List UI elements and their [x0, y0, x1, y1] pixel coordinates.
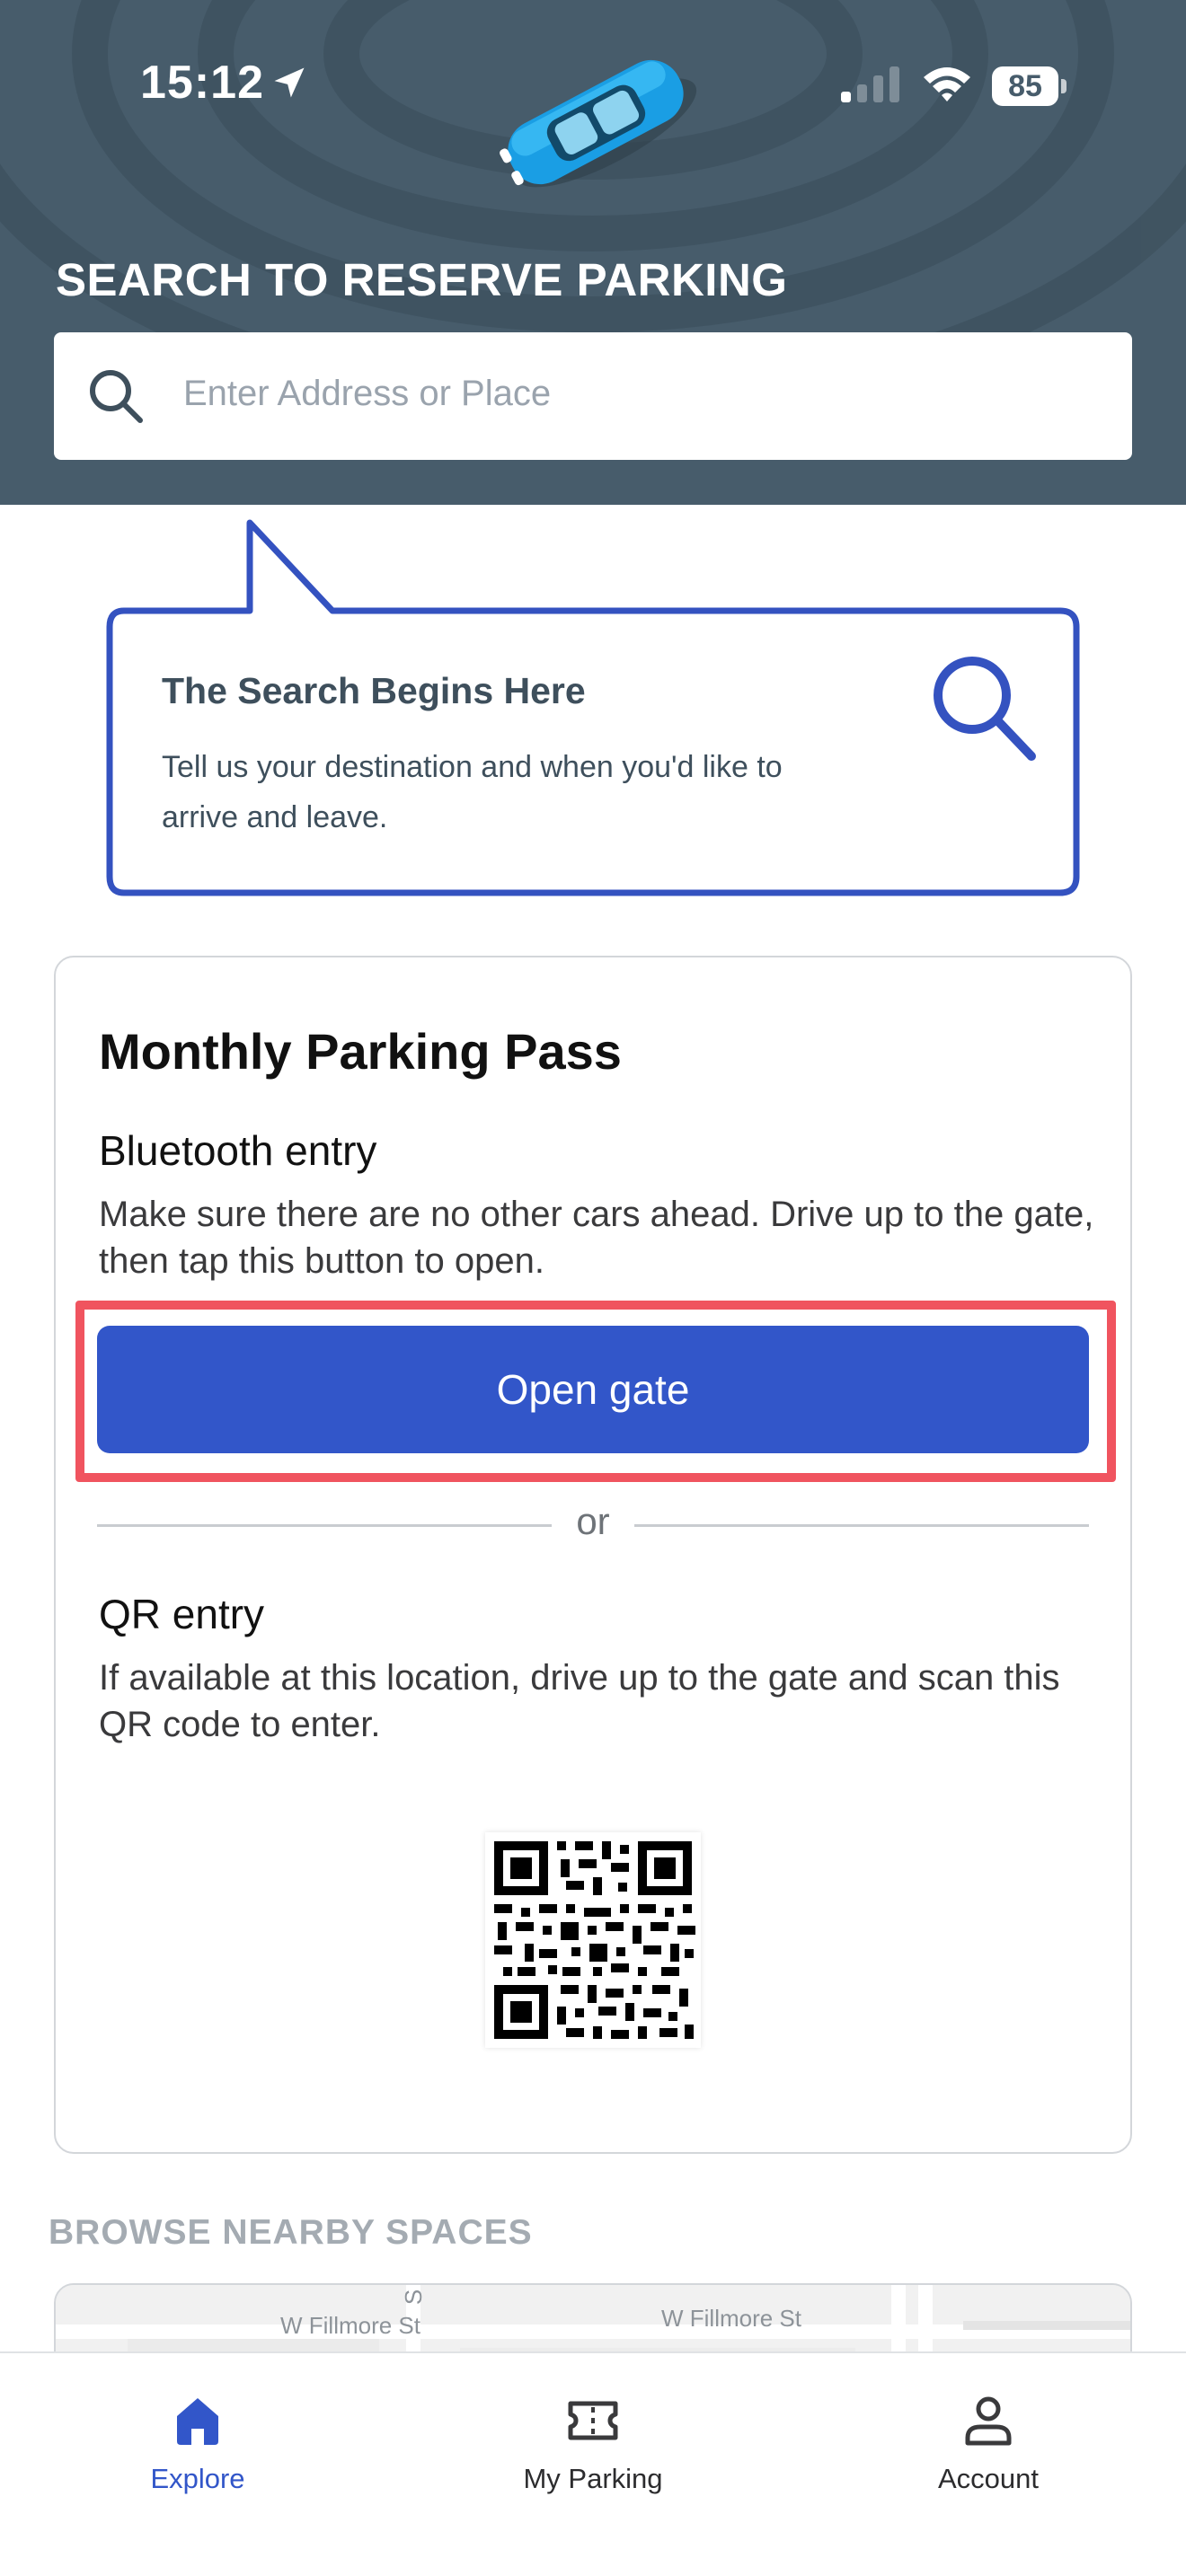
pass-title: Monthly Parking Pass	[99, 1023, 622, 1080]
tab-label: Explore	[150, 2463, 245, 2494]
qr-code	[485, 1832, 701, 2048]
divider-right	[634, 1524, 1089, 1527]
tab-account[interactable]: Account	[854, 2371, 1123, 2506]
person-icon	[965, 2396, 1012, 2446]
cellular-signal-icon	[841, 66, 899, 102]
divider-left	[97, 1524, 552, 1527]
tab-explore[interactable]: Explore	[63, 2371, 332, 2506]
qr-entry-heading: QR entry	[99, 1591, 265, 1637]
search-input[interactable]: Enter Address or Place	[54, 332, 1132, 460]
tab-label: My Parking	[523, 2463, 663, 2494]
street-label: W Fillmore St	[280, 2312, 420, 2339]
car-logo	[500, 59, 697, 188]
street-label: S	[400, 2289, 428, 2306]
search-icon	[90, 370, 143, 423]
bluetooth-entry-heading: Bluetooth entry	[99, 1127, 377, 1174]
callout-title: The Search Begins Here	[162, 670, 586, 711]
tab-my-parking[interactable]: My Parking	[458, 2371, 728, 2506]
page-title: SEARCH TO RESERVE PARKING	[56, 254, 788, 305]
wifi-icon	[924, 67, 970, 101]
header: 15:12 85 SEARCH TO RESERVE PARKING Enter…	[0, 0, 1186, 505]
location-arrow-icon	[274, 67, 305, 98]
browse-nearby-heading: BROWSE NEARBY SPACES	[49, 2213, 533, 2252]
tab-bar: Explore My Parking Account	[0, 2351, 1186, 2576]
battery-indicator: 85	[992, 66, 1067, 106]
tab-label: Account	[937, 2463, 1039, 2494]
status-time: 15:12	[140, 57, 264, 109]
ticket-icon	[568, 2401, 618, 2440]
battery-level: 85	[1008, 69, 1042, 103]
or-separator: or	[576, 1500, 610, 1542]
qr-entry-instructions: If available at this location, drive up …	[99, 1658, 1060, 1744]
search-placeholder: Enter Address or Place	[183, 374, 552, 413]
bluetooth-entry-instructions: Make sure there are no other cars ahead.…	[99, 1195, 1094, 1281]
street-label: W Fillmore St	[661, 2305, 801, 2332]
open-gate-button[interactable]: Open gate	[97, 1326, 1089, 1453]
home-icon	[177, 2398, 218, 2445]
callout-text: Tell us your destination and when you'd …	[162, 750, 783, 834]
magnifier-icon	[934, 657, 1036, 761]
